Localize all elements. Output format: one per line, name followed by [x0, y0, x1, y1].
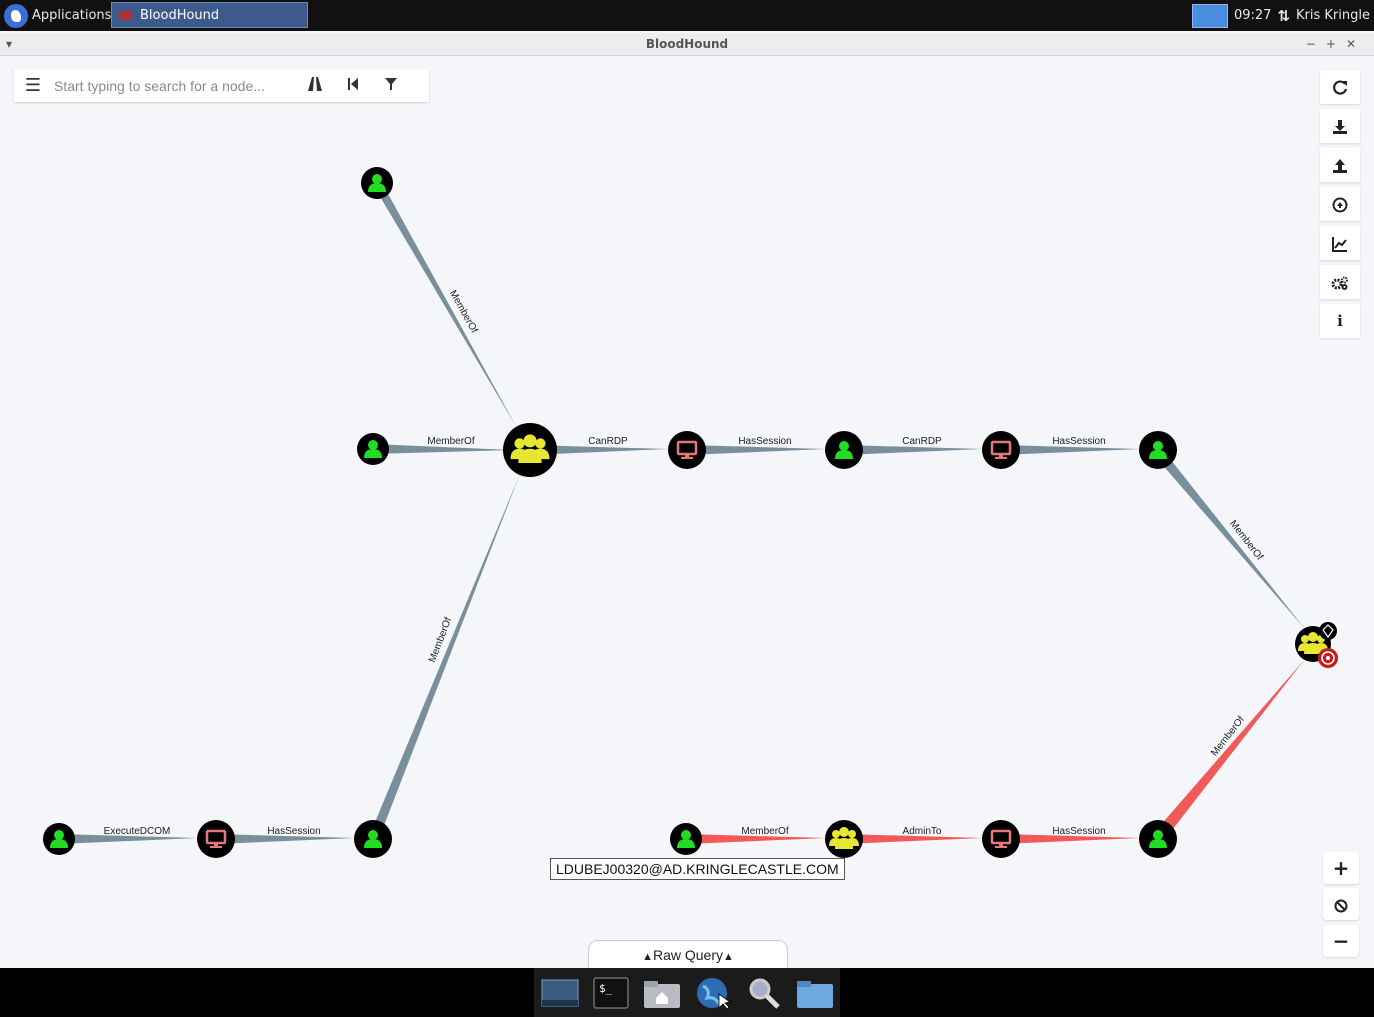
terminal-icon[interactable]: $_	[591, 976, 631, 1010]
gears-icon	[1331, 276, 1348, 290]
start-user-node[interactable]	[670, 823, 702, 855]
node-label: LDUBEJ00320@AD.KRINGLECASTLE.COM	[550, 858, 845, 880]
user-node[interactable]	[1139, 820, 1177, 858]
bottom-dock: $_	[0, 968, 1374, 1017]
web-browser-icon[interactable]	[693, 976, 733, 1010]
refresh-button[interactable]	[1320, 70, 1360, 104]
computer-node[interactable]	[668, 431, 706, 469]
domain-admins-icon	[1319, 622, 1337, 640]
upload-icon	[1333, 158, 1347, 173]
group-node[interactable]	[825, 820, 863, 858]
edge-memberof-3[interactable]	[1153, 450, 1305, 629]
search-bar: ☰	[14, 69, 429, 102]
edge-label: HasSession	[738, 436, 791, 447]
edge-label: ExecuteDCOM	[104, 826, 171, 837]
computer-node[interactable]	[982, 431, 1020, 469]
taskbar-item-label: BloodHound	[140, 7, 220, 23]
computer-node[interactable]	[982, 820, 1020, 858]
raw-query-toggle[interactable]: ▲Raw Query▲	[588, 940, 788, 969]
xfce-logo-icon	[4, 3, 28, 28]
hamburger-menu-icon[interactable]: ☰	[14, 75, 52, 96]
user-node[interactable]	[357, 433, 389, 465]
edge-label: AdminTo	[903, 826, 942, 837]
import-button[interactable]	[1320, 148, 1360, 182]
target-group-node[interactable]	[1295, 622, 1338, 668]
search-icon[interactable]	[744, 976, 784, 1010]
svg-text:$_: $_	[599, 982, 613, 995]
applications-menu[interactable]: Applications	[0, 0, 111, 31]
pathfinding-icon[interactable]	[296, 76, 334, 96]
clock: 09:27	[1233, 8, 1272, 23]
upload-circle-icon	[1332, 197, 1348, 212]
filter-icon[interactable]	[372, 77, 410, 95]
edge-memberof-path-2[interactable]	[1152, 659, 1305, 843]
user-node[interactable]	[43, 823, 75, 855]
zoom-in-button[interactable]: +	[1323, 852, 1359, 884]
applications-label: Applications	[32, 8, 112, 23]
folder-icon[interactable]	[795, 976, 835, 1010]
refresh-icon	[1333, 79, 1348, 95]
plus-icon: +	[1332, 856, 1350, 880]
show-desktop-icon[interactable]	[540, 976, 580, 1010]
edge-label: HasSession	[1052, 436, 1105, 447]
chevron-up-icon: ▲	[723, 951, 734, 963]
dock-launcher: $_	[534, 968, 840, 1017]
edge-label: MemberOf	[741, 826, 788, 837]
database-info-button[interactable]	[1320, 226, 1360, 260]
window-title: BloodHound	[645, 37, 729, 51]
edge-memberof-4[interactable]	[368, 474, 520, 841]
window-controls[interactable]: −+✕	[1306, 33, 1366, 55]
about-button[interactable]: i	[1320, 304, 1360, 338]
graph-edges	[59, 183, 1305, 844]
edge-label: MemberOf	[427, 436, 474, 447]
workspace-switcher[interactable]	[1191, 3, 1228, 28]
edge-memberof-1[interactable]	[372, 183, 517, 428]
chart-icon	[1332, 236, 1347, 252]
zoom-out-button[interactable]: −	[1323, 925, 1359, 957]
user-node[interactable]	[354, 820, 392, 858]
edge-label: CanRDP	[902, 436, 942, 447]
user-node[interactable]	[825, 431, 863, 469]
user-name[interactable]: Kris Kringle	[1296, 8, 1370, 23]
window-titlebar: ▾ BloodHound −+✕	[0, 33, 1374, 56]
chevron-up-icon: ▲	[642, 951, 653, 963]
zoom-reset-button[interactable]	[1323, 888, 1359, 920]
graph-canvas[interactable]: MemberOf MemberOf CanRDP HasSession CanR…	[0, 56, 1374, 968]
edge-label: CanRDP	[588, 436, 628, 447]
bloodhound-app-icon	[120, 10, 132, 20]
taskbar-item-bloodhound[interactable]: BloodHound	[111, 2, 308, 28]
raw-query-label: Raw Query	[652, 947, 724, 963]
minus-icon: −	[1332, 929, 1350, 953]
target-icon	[1318, 648, 1338, 668]
export-button[interactable]	[1320, 109, 1360, 143]
edge-label: HasSession	[267, 826, 320, 837]
user-node[interactable]	[1139, 431, 1177, 469]
edge-label: MemberOf	[427, 616, 454, 664]
ban-icon	[1334, 899, 1348, 912]
edge-label: HasSession	[1052, 826, 1105, 837]
system-tray: 09:27 ⇅ Kris Kringle	[1191, 0, 1370, 31]
network-icon[interactable]: ⇅	[1277, 7, 1290, 25]
home-folder-icon[interactable]	[642, 976, 682, 1010]
user-node[interactable]	[361, 167, 393, 199]
node-search-input[interactable]	[52, 76, 296, 95]
download-icon	[1333, 119, 1347, 134]
info-icon: i	[1337, 312, 1343, 330]
group-node[interactable]	[503, 423, 557, 477]
back-icon[interactable]	[334, 77, 372, 95]
upload-data-button[interactable]	[1320, 187, 1360, 221]
graph-nodes	[43, 167, 1338, 858]
edge-labels: MemberOf MemberOf CanRDP HasSession CanR…	[104, 288, 1265, 837]
settings-button[interactable]	[1320, 265, 1360, 299]
computer-node[interactable]	[197, 820, 235, 858]
top-panel: Applications BloodHound 09:27 ⇅ Kris Kri…	[0, 0, 1374, 31]
window-menu-icon[interactable]: ▾	[6, 33, 12, 55]
